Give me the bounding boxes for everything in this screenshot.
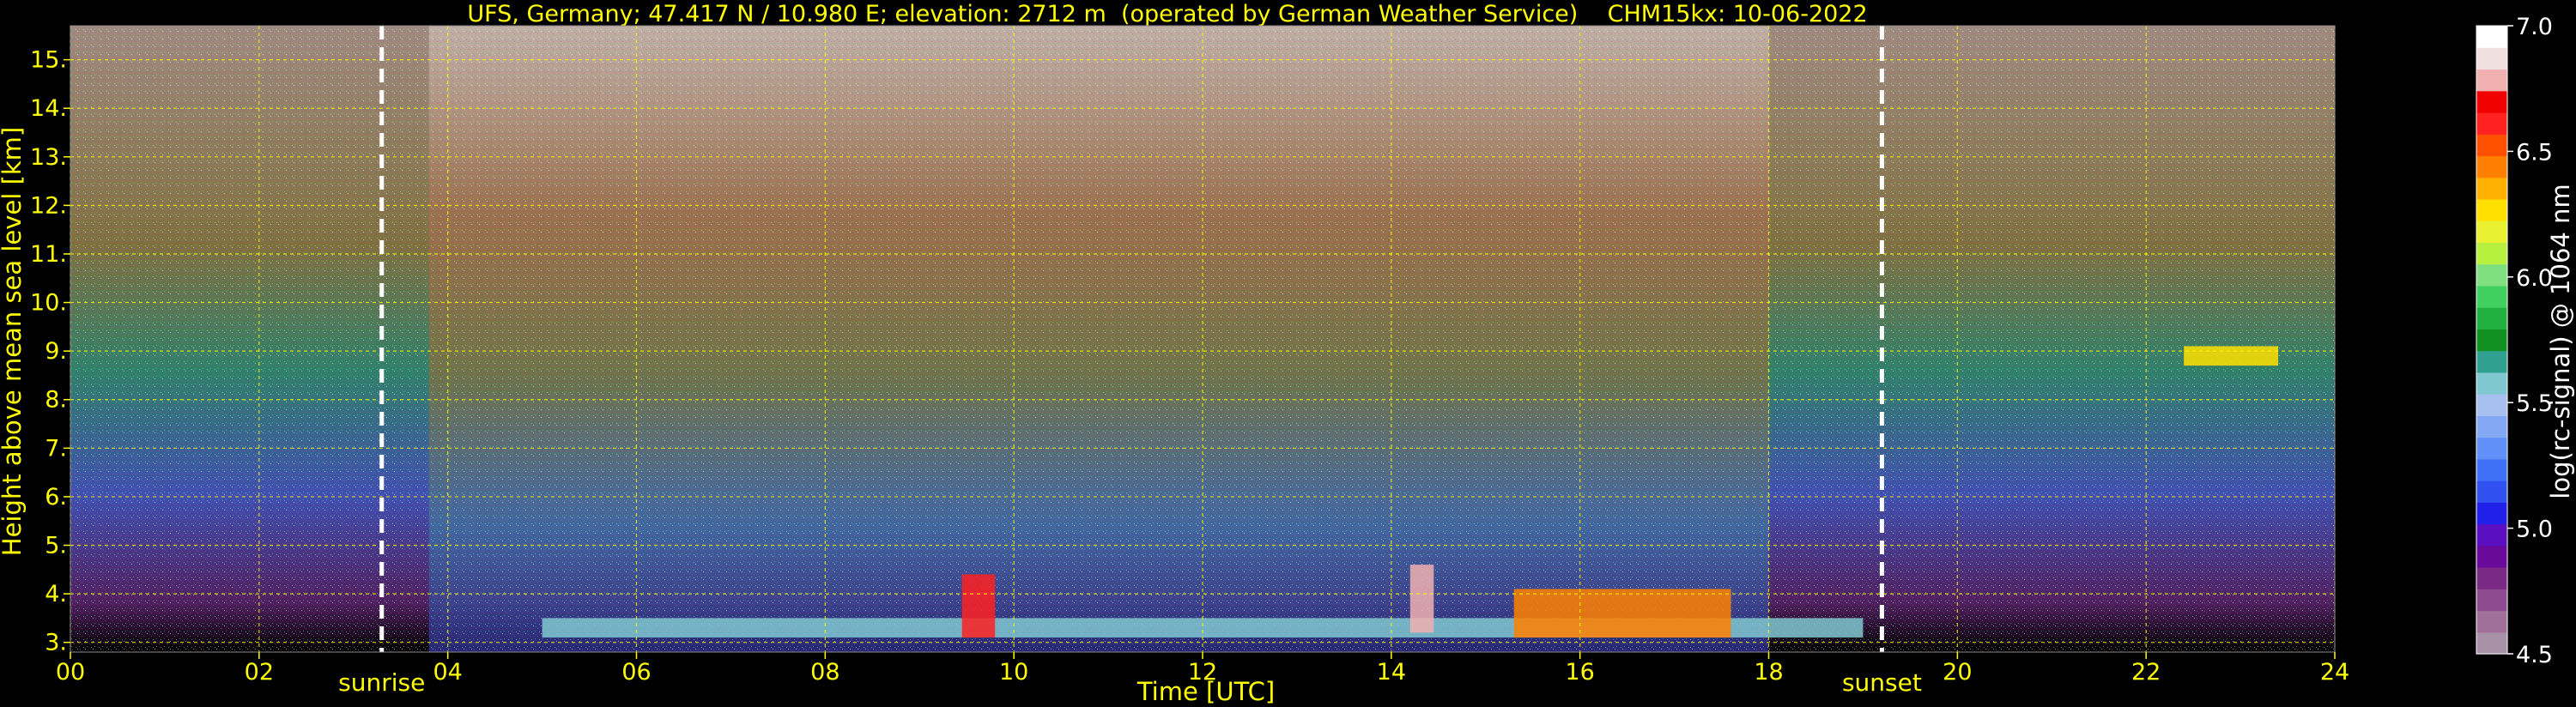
x-tick-label: 24 (2320, 659, 2349, 686)
colorbar-segment (2476, 437, 2507, 460)
y-tick-label: 3. (45, 630, 67, 656)
colorbar-segment (2476, 415, 2507, 438)
y-tick-label: 6. (45, 484, 67, 511)
aerosol-layer-2 (1409, 565, 1434, 633)
colorbar-segment (2476, 112, 2507, 135)
colorbar-segment (2476, 26, 2507, 48)
x-tick-label: 20 (1943, 659, 1972, 686)
aerosol-layer-4 (2184, 346, 2279, 366)
colorbar-segment (2476, 329, 2507, 352)
x-tick-label: 06 (621, 659, 651, 686)
colorbar-segment (2476, 285, 2507, 308)
x-tick-label: 08 (810, 659, 839, 686)
colorbar-segment (2476, 47, 2507, 70)
colorbar-segment (2476, 307, 2507, 329)
y-tick-label: 13. (30, 144, 67, 171)
y-axis-label: Height above mean sea level [km] (0, 127, 27, 556)
colorbar-segment (2476, 198, 2507, 221)
colorbar-segment (2476, 177, 2507, 200)
y-tick-label: 8. (45, 387, 67, 414)
y-tick-label: 14. (30, 95, 67, 122)
colorbar-segment (2476, 610, 2507, 633)
colorbar-segment (2476, 372, 2507, 395)
y-tick-label: 11. (30, 241, 67, 268)
y-tick-label: 7. (45, 435, 67, 462)
chart-title: UFS, Germany; 47.417 N / 10.980 E; eleva… (467, 1, 1867, 27)
colorbar-segment (2476, 631, 2507, 655)
colorbar-label: log(rc-signal) @ 1064 nm (2546, 184, 2575, 499)
colorbar-segment (2476, 350, 2507, 373)
colorbar-segment (2476, 480, 2507, 503)
colorbar-segment (2476, 589, 2507, 612)
aerosol-layer-3 (1513, 589, 1731, 638)
colorbar-segment (2476, 221, 2507, 244)
colorbar-segment (2476, 523, 2507, 547)
colorbar-segment (2476, 394, 2507, 416)
colorbar-segment (2476, 69, 2507, 92)
noise-overlay (70, 26, 2335, 652)
colorbar-tick-label: 4.5 (2516, 642, 2553, 668)
aerosol-layer-1 (961, 574, 996, 638)
sunset-label: sunset (1842, 668, 1922, 697)
x-axis-label: Time [UTC] (1136, 677, 1275, 706)
colorbar-tick-label: 6.5 (2516, 139, 2553, 166)
colorbar-segment (2476, 263, 2507, 287)
x-tick-label: 22 (2131, 659, 2161, 686)
y-tick-label: 4. (45, 581, 67, 607)
x-tick-label: 02 (245, 659, 274, 686)
x-tick-label: 04 (433, 659, 462, 686)
colorbar-segment (2476, 567, 2507, 589)
colorbar-segment (2476, 134, 2507, 157)
colorbar-segment (2476, 545, 2507, 568)
sunrise-label: sunrise (338, 668, 425, 697)
ceilometer-chart: UFS, Germany; 47.417 N / 10.980 E; eleva… (0, 1, 2575, 706)
plot-area (70, 25, 2336, 653)
colorbar-tick-label: 7.0 (2516, 14, 2553, 40)
colorbar-segment (2476, 242, 2507, 265)
y-tick-label: 10. (30, 290, 67, 317)
colorbar-segment (2476, 458, 2507, 481)
y-tick-label: 15. (30, 47, 67, 74)
colorbar-segment (2476, 90, 2507, 113)
colorbar-segment (2476, 155, 2507, 178)
y-tick-label: 9. (45, 338, 67, 365)
x-tick-label: 16 (1565, 659, 1594, 686)
x-tick-label: 10 (999, 659, 1028, 686)
y-tick-label: 12. (30, 192, 67, 219)
y-axis-ticks: 3. 4. 5. 6. 7. 8. 9. 10. 11. 12. 13. 14. 15. (30, 47, 70, 656)
colorbar: 4.55.05.56.06.57.0 (2476, 14, 2553, 668)
x-tick-label: 14 (1377, 659, 1406, 686)
x-tick-label: 18 (1754, 659, 1783, 686)
x-tick-label: 00 (56, 659, 85, 686)
y-tick-label: 5. (45, 533, 67, 559)
colorbar-segment (2476, 502, 2507, 525)
colorbar-tick-label: 5.0 (2516, 517, 2553, 543)
